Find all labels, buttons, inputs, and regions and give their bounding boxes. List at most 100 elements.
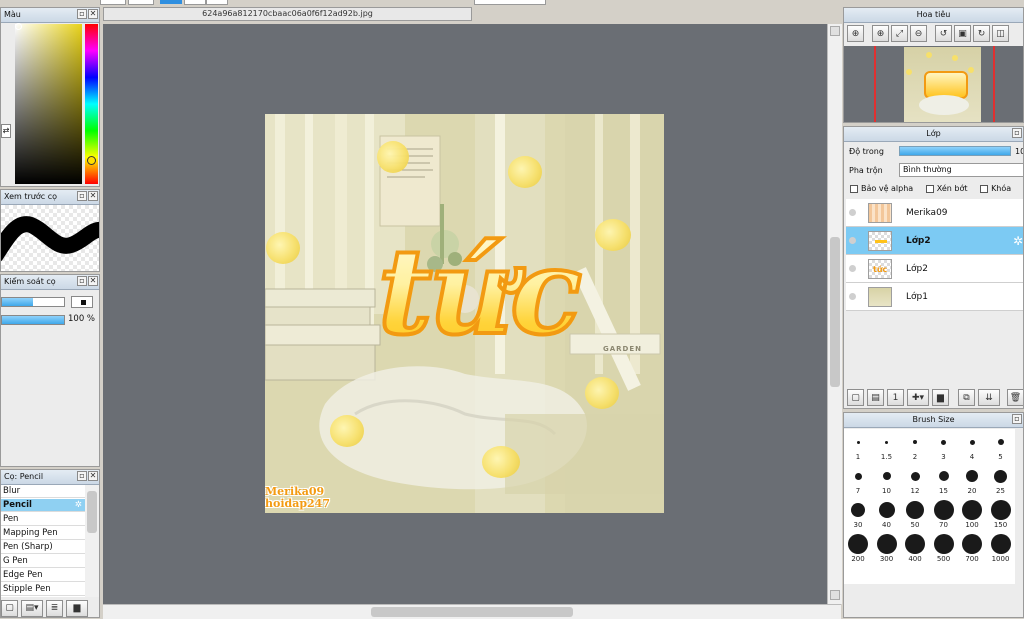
brush-size-option[interactable]: 12	[901, 465, 929, 498]
hue-slider-handle[interactable]	[87, 156, 96, 165]
layer-settings-gear-icon[interactable]: ✲	[1013, 234, 1023, 248]
brush-size-option[interactable]: 10	[873, 465, 901, 498]
brush-item[interactable]: Stipple Pen	[1, 583, 85, 596]
brush-size-option[interactable]: 4	[958, 431, 986, 464]
merge-layer-icon[interactable]: ⇊	[978, 389, 1000, 406]
panel-float-icon[interactable]: ▫	[77, 471, 87, 481]
zoom-fit-icon[interactable]: ⊕	[847, 25, 864, 42]
brush-list-scroll-thumb[interactable]	[87, 491, 97, 533]
vertical-scrollbar[interactable]	[827, 24, 842, 604]
brush-size-option[interactable]: 7	[844, 465, 872, 498]
new-brush-icon[interactable]: ▢	[1, 599, 18, 617]
brush-size-option[interactable]: 150	[987, 499, 1015, 532]
brush-size-option[interactable]: 300	[873, 533, 901, 566]
scroll-up-arrow[interactable]	[830, 26, 840, 36]
brush-size-option[interactable]: 500	[930, 533, 958, 566]
horizontal-scrollbar[interactable]	[103, 604, 841, 619]
layer-visibility-icon[interactable]	[849, 237, 856, 244]
toolbar-button[interactable]	[184, 0, 206, 5]
horizontal-scroll-thumb[interactable]	[371, 607, 573, 617]
new-layer-set-icon[interactable]: ▤	[867, 389, 884, 406]
layer-visibility-icon[interactable]	[849, 293, 856, 300]
brush-size-option[interactable]: 20	[958, 465, 986, 498]
panel-float-icon[interactable]: ▫	[77, 191, 87, 201]
protect-alpha-checkbox[interactable]	[850, 184, 858, 193]
panel-float-icon[interactable]: ▫	[1012, 128, 1022, 138]
panel-close-icon[interactable]: ✕	[88, 191, 98, 201]
document-tab[interactable]: 624a96a812170cbaac06a0f6f12ad92b.jpg	[103, 7, 472, 21]
toolbar-button-active[interactable]	[160, 0, 182, 4]
brush-list-scrollbar[interactable]	[85, 485, 99, 597]
copy-layer-icon[interactable]: ⧉	[958, 389, 975, 406]
color-swap-icon[interactable]: ⇄	[1, 124, 11, 138]
navigator-preview-area[interactable]	[844, 46, 1023, 122]
brush-size-slider[interactable]	[1, 297, 65, 307]
panel-float-icon[interactable]: ▫	[77, 9, 87, 19]
brush-size-option[interactable]: 1000	[987, 533, 1015, 566]
delete-layer-icon[interactable]: 🗑	[1007, 389, 1023, 406]
brush-size-option[interactable]: 3	[930, 431, 958, 464]
reset-view-icon[interactable]: ▣	[954, 25, 971, 42]
brush-item[interactable]: G Pen	[1, 555, 85, 568]
brush-item[interactable]: Pencil ✲	[1, 499, 85, 512]
fit-window-icon[interactable]: ⤢	[891, 25, 908, 42]
toolbar-button[interactable]	[128, 0, 154, 5]
brush-settings-gear-icon[interactable]: ✲	[75, 499, 82, 512]
toolbar-button[interactable]	[206, 0, 228, 5]
brush-size-option[interactable]: 70	[930, 499, 958, 532]
new-layer-1bit-icon[interactable]: 1	[887, 389, 904, 406]
layer-row[interactable]: tức Lớp2	[846, 255, 1023, 283]
rotate-left-icon[interactable]: ↺	[935, 25, 952, 42]
rotate-right-icon[interactable]: ↻	[973, 25, 990, 42]
brush-size-option[interactable]: 15	[930, 465, 958, 498]
brush-item[interactable]: Mapping Pen	[1, 527, 85, 540]
brush-size-option[interactable]: 1	[844, 431, 872, 464]
brush-size-option[interactable]: 1.5	[873, 431, 901, 464]
clipping-checkbox[interactable]	[925, 184, 934, 193]
brush-size-option[interactable]: 700	[958, 533, 986, 566]
layer-add-menu-icon[interactable]: ✚▾	[907, 389, 929, 406]
layer-folder-icon[interactable]: ▆	[932, 389, 949, 406]
panel-close-icon[interactable]: ✕	[88, 276, 98, 286]
layer-visibility-icon[interactable]	[849, 265, 856, 272]
brush-item[interactable]: Pen (Sharp)	[1, 541, 85, 554]
layer-visibility-icon[interactable]	[849, 209, 856, 216]
brush-size-option[interactable]: 25	[987, 465, 1015, 498]
brush-size-option[interactable]: 200	[844, 533, 872, 566]
layer-opacity-slider[interactable]	[899, 146, 1011, 156]
zoom-out-icon[interactable]: ⊖	[910, 25, 927, 42]
panel-float-icon[interactable]: ▫	[77, 276, 87, 286]
brush-size-option[interactable]: 5	[987, 431, 1015, 464]
vertical-scroll-thumb[interactable]	[830, 237, 840, 387]
color-picker-cursor[interactable]	[15, 23, 22, 30]
brush-size-option[interactable]: 40	[873, 499, 901, 532]
brush-item[interactable]: Pen	[1, 513, 85, 526]
brush-menu-icon[interactable]: ▤▾	[21, 599, 43, 617]
layer-row[interactable]: Lớp1	[846, 283, 1023, 311]
blend-mode-select[interactable]: Bình thường	[899, 163, 1023, 177]
zoom-in-icon[interactable]: ⊕	[872, 25, 889, 42]
flip-icon[interactable]: ◫	[992, 25, 1009, 42]
layer-row[interactable]: Lớp2 ✲	[846, 227, 1023, 255]
panel-float-icon[interactable]: ▫	[1012, 414, 1022, 424]
brush-size-option[interactable]: 30	[844, 499, 872, 532]
brush-size-option[interactable]: 50	[901, 499, 929, 532]
protect-alpha-option[interactable]: Bảo vệ alpha	[850, 184, 913, 193]
panel-close-icon[interactable]: ✕	[88, 9, 98, 19]
scroll-down-arrow[interactable]	[830, 590, 840, 600]
new-layer-icon[interactable]: ▢	[847, 389, 864, 406]
lock-option[interactable]: Khóa	[980, 184, 1011, 193]
brush-properties-icon[interactable]: ≣	[46, 599, 63, 617]
lock-checkbox[interactable]	[980, 184, 989, 193]
brush-opacity-slider[interactable]	[1, 315, 65, 325]
brush-item[interactable]: Blur	[1, 485, 85, 498]
panel-close-icon[interactable]: ✕	[88, 471, 98, 481]
toolbar-button[interactable]	[100, 0, 126, 5]
clipping-option[interactable]: Xén bớt	[925, 184, 968, 193]
brush-folder-icon[interactable]: ▆	[66, 599, 88, 617]
color-saturation-square[interactable]	[15, 24, 82, 184]
brush-size-option[interactable]: 400	[901, 533, 929, 566]
brush-item[interactable]: Edge Pen	[1, 569, 85, 582]
brush-shape-button[interactable]	[71, 296, 93, 308]
layer-row[interactable]: Merika09	[846, 199, 1023, 227]
